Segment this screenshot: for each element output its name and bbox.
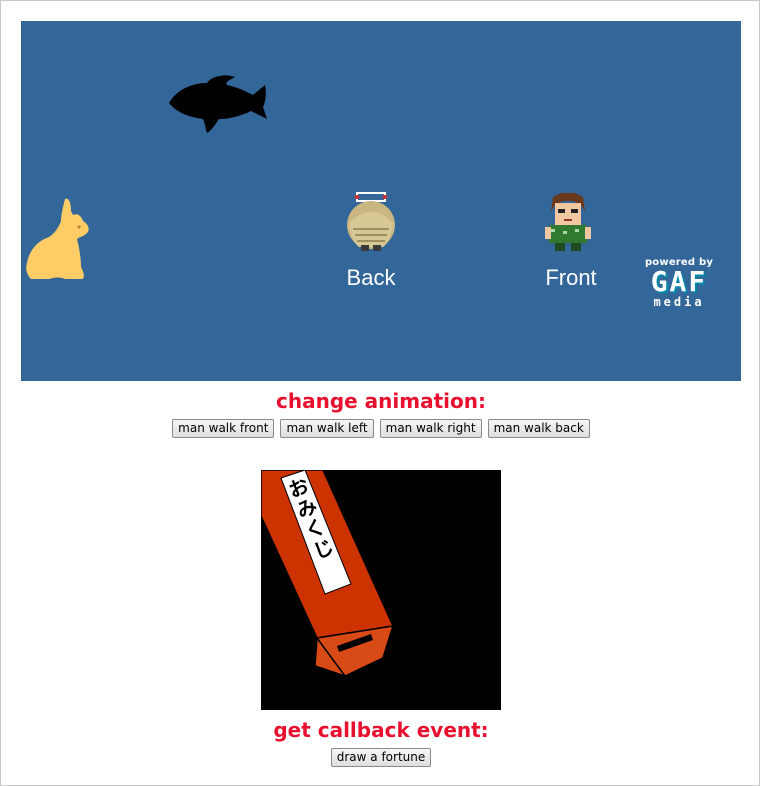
gaf-media-logo: powered by GAF media [641,257,717,317]
man-walk-back-button[interactable]: man walk back [487,419,590,438]
rabbit-icon [26,198,89,279]
page-frame: Back Front powered by GAF media change a… [0,0,760,786]
callback-event-title: get callback event: [273,718,489,742]
man-walk-left-button[interactable]: man walk left [280,419,374,438]
change-animation-title: change animation: [276,389,486,413]
man-walk-front-button[interactable]: man walk front [172,419,275,438]
animation-stage: Back Front powered by GAF media [21,21,741,381]
back-label: Back [346,265,396,290]
animation-button-row: man walk front man walk left man walk ri… [1,419,760,438]
fish-icon [169,75,267,133]
man-walk-right-button[interactable]: man walk right [379,419,482,438]
man-front-icon [545,193,591,251]
man-back-icon [347,192,395,251]
badge-gaf: GAF [650,265,708,298]
callback-button-row: draw a fortune [1,748,760,767]
front-label: Front [545,265,597,290]
draw-fortune-button[interactable]: draw a fortune [330,748,432,767]
fortune-animation-canvas: おみくじ [261,470,501,710]
